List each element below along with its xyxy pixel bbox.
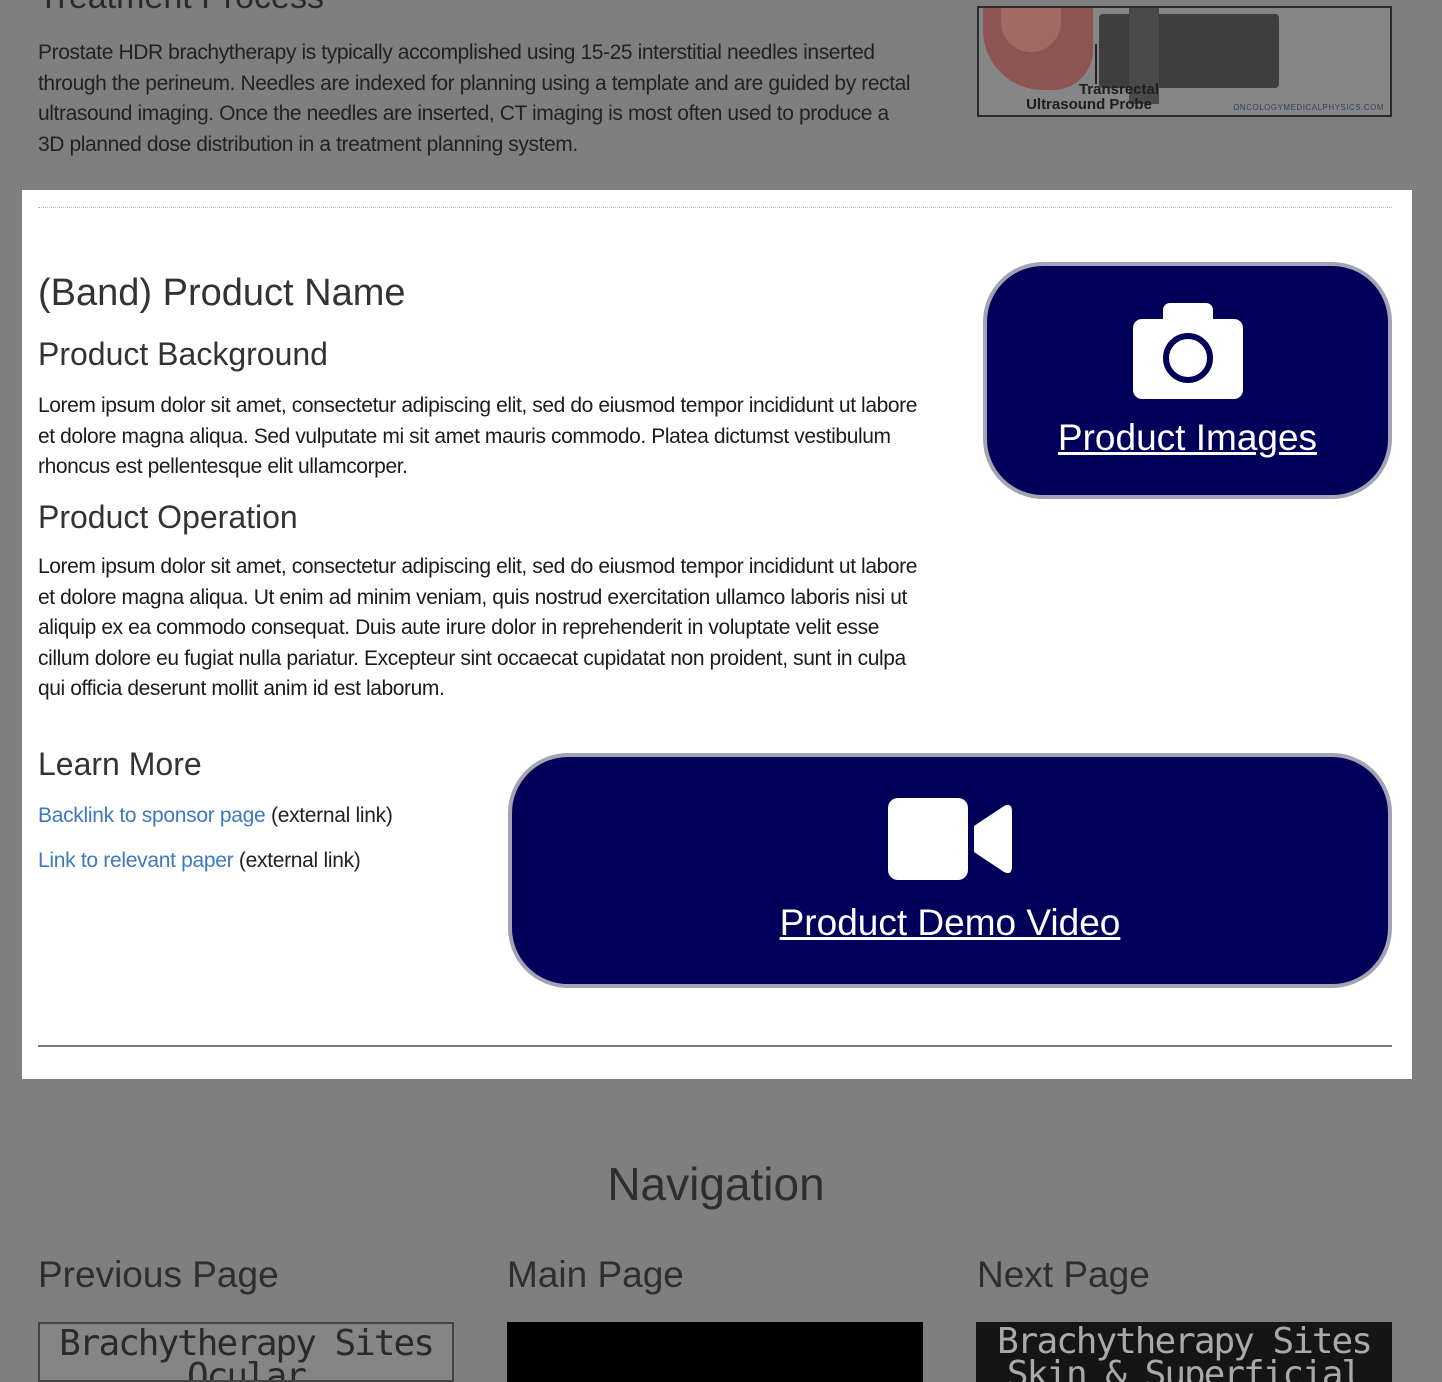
camera-icon <box>1132 302 1243 399</box>
product-background-heading: Product Background <box>38 336 328 372</box>
external-link-note: (external link) <box>238 849 361 872</box>
previous-page-thumbnail[interactable]: Brachytherapy Sites Ocular <box>38 1322 454 1382</box>
pointer-arrow <box>1095 44 1097 84</box>
product-name: (Band) Product Name <box>38 272 406 314</box>
treatment-text: Prostate HDR brachytherapy is typically … <box>38 41 911 156</box>
previous-thumb-subtitle: Ocular <box>186 1356 307 1382</box>
sponsor-link[interactable]: Backlink to sponsor page <box>38 804 266 827</box>
next-thumb-subtitle: Skin & Superficial <box>1006 1354 1363 1382</box>
navigation-title: Navigation <box>607 1158 825 1210</box>
sponsor-link-line: Backlink to sponsor page (external link) <box>38 804 393 828</box>
video-camera-icon <box>888 797 1012 880</box>
probe-label-line1: Transrectal <box>1078 81 1160 98</box>
treatment-heading: Treatment Process <box>38 0 324 12</box>
product-demo-video-label: Product Demo Video <box>779 901 1121 943</box>
probe-label: Transrectal Ultrasound Probe <box>1009 82 1169 112</box>
learn-more-heading: Learn More <box>38 746 202 782</box>
external-link-note: (external link) <box>271 804 393 827</box>
previous-page-title: Previous Page <box>38 1254 279 1295</box>
product-demo-video-button[interactable]: Product Demo Video <box>508 753 1392 988</box>
top-divider <box>38 207 1392 208</box>
treatment-heading-clip: Treatment Process <box>38 0 398 12</box>
image-credit: ONCOLOGYMEDICALPHYSICS.COM <box>1233 103 1384 112</box>
main-page-title: Main Page <box>507 1254 684 1295</box>
product-panel: (Band) Product Name Product Background L… <box>22 190 1412 1079</box>
next-page-title: Next Page <box>977 1254 1150 1295</box>
bottom-divider <box>38 1045 1392 1047</box>
product-operation-text: Lorem ipsum dolor sit amet, consectetur … <box>38 555 918 700</box>
product-images-button[interactable]: Product Images <box>983 262 1392 499</box>
ultrasound-probe-image: Transrectal Ultrasound Probe ONCOLOGYMED… <box>977 6 1392 117</box>
product-operation-heading: Product Operation <box>38 499 298 535</box>
product-images-label: Product Images <box>1057 416 1318 458</box>
next-page-thumbnail[interactable]: Brachytherapy Sites Skin & Superficial <box>976 1322 1392 1382</box>
paper-link-line: Link to relevant paper (external link) <box>38 849 361 873</box>
probe-label-line2: Ultrasound Probe <box>1026 96 1152 113</box>
paper-link[interactable]: Link to relevant paper <box>38 849 234 872</box>
main-page-thumbnail[interactable] <box>507 1322 923 1382</box>
stepper-device-shape <box>1099 14 1279 88</box>
product-background-text: Lorem ipsum dolor sit amet, consectetur … <box>38 394 918 478</box>
